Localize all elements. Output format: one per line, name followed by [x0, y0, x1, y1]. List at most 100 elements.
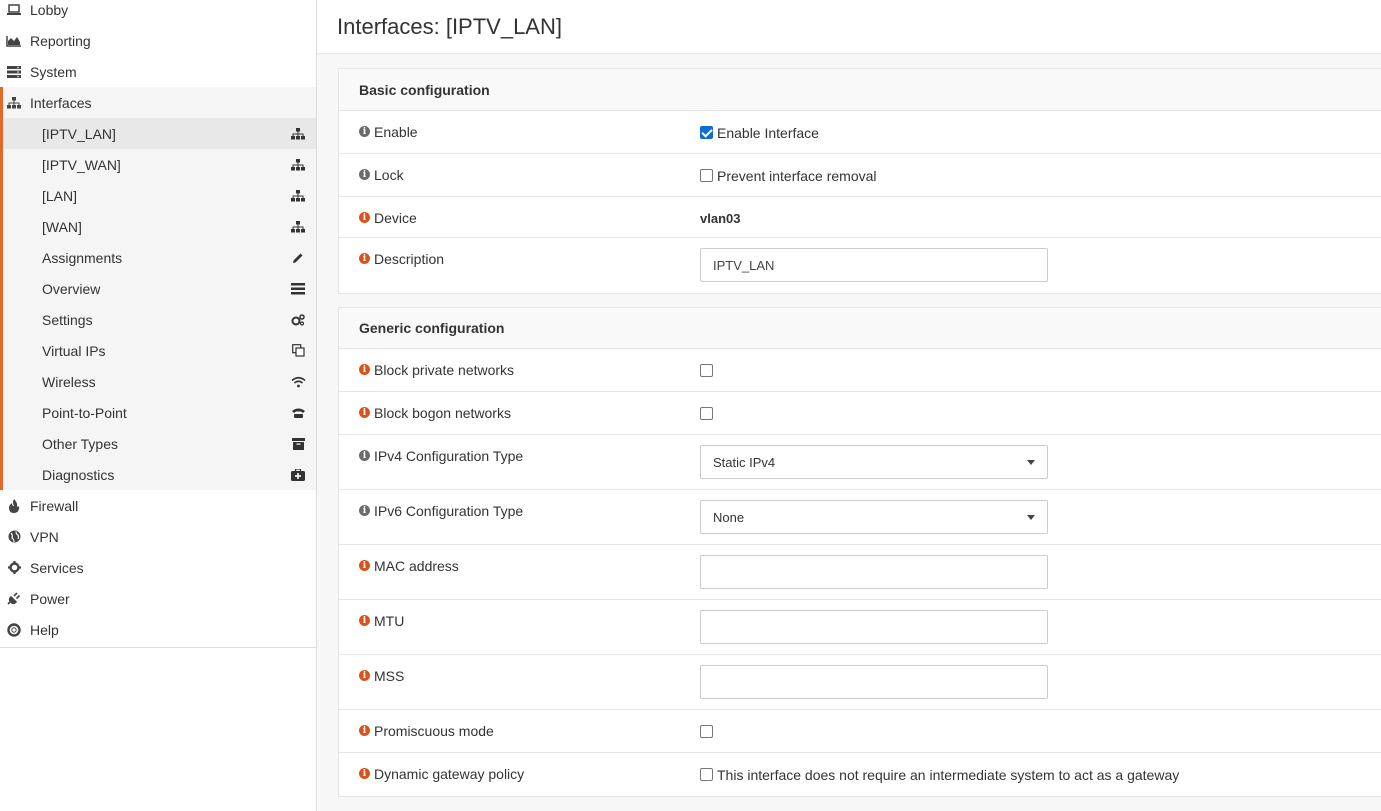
sidebar-subitem-iptv-lan[interactable]: [IPTV_LAN]: [3, 118, 316, 149]
sidebar-subitem-virtual-ips[interactable]: Virtual IPs: [3, 335, 316, 366]
info-icon[interactable]: i: [359, 364, 370, 375]
description-row: i Description IPTV_LAN: [339, 238, 1381, 293]
sitemap-icon: [290, 126, 306, 142]
info-icon[interactable]: i: [359, 169, 370, 180]
sidebar-subitem-label: [LAN]: [42, 187, 78, 204]
lock-label: Lock: [374, 167, 404, 183]
info-icon[interactable]: i: [359, 615, 370, 626]
enable-row: i Enable Enable Interface: [339, 111, 1381, 154]
device-label: Device: [374, 210, 417, 226]
info-icon[interactable]: i: [359, 407, 370, 418]
sidebar-subitem-other-types[interactable]: Other Types: [3, 428, 316, 459]
sidebar-subitem-settings[interactable]: Settings: [3, 304, 316, 335]
mac-address-label: MAC address: [374, 558, 459, 574]
sidebar-item-vpn[interactable]: VPN: [0, 521, 316, 552]
enable-interface-checkbox[interactable]: [700, 126, 713, 139]
laptop-icon: [6, 2, 22, 18]
info-icon[interactable]: i: [359, 505, 370, 516]
sidebar-subitem-lan[interactable]: [LAN]: [3, 180, 316, 211]
sidebar-item-services[interactable]: Services: [0, 552, 316, 583]
enable-label-cell: i Enable: [339, 111, 700, 153]
sidebar-subitem-label: Other Types: [42, 435, 119, 452]
sidebar-item-help[interactable]: Help: [0, 614, 316, 645]
info-icon[interactable]: i: [359, 560, 370, 571]
sidebar-subitem-wireless[interactable]: Wireless: [3, 366, 316, 397]
dynamic-gateway-row: i Dynamic gateway policy This interface …: [339, 753, 1381, 796]
sidebar-subitem-overview[interactable]: Overview: [3, 273, 316, 304]
sidebar-item-power[interactable]: Power: [0, 583, 316, 614]
info-icon[interactable]: i: [359, 253, 370, 264]
description-label-cell: i Description: [339, 238, 700, 293]
block-private-row: i Block private networks: [339, 349, 1381, 392]
sidebar: Lobby Reporting System Interfaces [IPTV_…: [0, 0, 317, 811]
block-bogon-row: i Block bogon networks: [339, 392, 1381, 435]
description-input[interactable]: IPTV_LAN: [700, 248, 1048, 282]
ipv6-type-select[interactable]: None: [700, 500, 1048, 534]
ipv6-type-label: IPv6 Configuration Type: [374, 503, 524, 519]
sidebar-subitem-assignments[interactable]: Assignments: [3, 242, 316, 273]
lock-value-cell: Prevent interface removal: [700, 154, 1381, 196]
sidebar-item-reporting[interactable]: Reporting: [0, 25, 316, 56]
sidebar-item-firewall[interactable]: Firewall: [0, 490, 316, 521]
sidebar-item-label: Interfaces: [30, 94, 92, 111]
generic-configuration-panel: Generic configuration i Block private ne…: [338, 307, 1381, 797]
ipv6-type-selected: None: [713, 509, 745, 525]
ipv4-type-select[interactable]: Static IPv4: [700, 445, 1048, 479]
info-icon[interactable]: i: [359, 450, 370, 461]
info-icon[interactable]: i: [359, 126, 370, 137]
area-chart-icon: [6, 33, 22, 49]
dynamic-gateway-label-cell: i Dynamic gateway policy: [339, 753, 700, 796]
caret-down-icon: [1027, 514, 1035, 520]
medkit-icon: [290, 467, 306, 483]
mss-input[interactable]: [700, 665, 1048, 699]
info-icon[interactable]: i: [359, 768, 370, 779]
sidebar-subitem-label: Assignments: [42, 249, 123, 266]
promiscuous-checkbox[interactable]: [700, 725, 713, 738]
sidebar-divider: [0, 647, 316, 648]
device-value-cell: vlan03: [700, 197, 1381, 237]
sitemap-icon: [290, 188, 306, 204]
sidebar-subitem-label: Wireless: [42, 373, 96, 390]
mac-address-input[interactable]: [700, 555, 1048, 589]
info-icon[interactable]: i: [359, 670, 370, 681]
caret-down-icon: [1027, 459, 1035, 465]
sidebar-item-label: Power: [30, 590, 70, 607]
dynamic-gateway-label: Dynamic gateway policy: [374, 766, 525, 782]
mac-address-row: i MAC address: [339, 545, 1381, 600]
mtu-input[interactable]: [700, 610, 1048, 644]
prevent-removal-checkbox-label[interactable]: Prevent interface removal: [717, 168, 877, 184]
mac-address-value-cell: [700, 545, 1381, 599]
dynamic-gateway-value-cell: This interface does not require an inter…: [700, 753, 1381, 796]
sidebar-item-label: VPN: [30, 528, 59, 545]
sidebar-item-label: Lobby: [30, 1, 69, 18]
sidebar-item-system[interactable]: System: [0, 56, 316, 87]
info-icon[interactable]: i: [359, 725, 370, 736]
sidebar-subitem-wan[interactable]: [WAN]: [3, 211, 316, 242]
block-private-checkbox[interactable]: [700, 364, 713, 377]
sidebar-item-label: System: [30, 63, 77, 80]
dynamic-gateway-checkbox-label[interactable]: This interface does not require an inter…: [717, 767, 1179, 783]
mtu-row: i MTU: [339, 600, 1381, 655]
ipv6-type-value-cell: None: [700, 490, 1381, 544]
archive-icon: [290, 436, 306, 452]
enable-interface-checkbox-label[interactable]: Enable Interface: [717, 125, 819, 141]
sidebar-subitem-diagnostics[interactable]: Diagnostics: [3, 459, 316, 490]
sidebar-subitem-point-to-point[interactable]: Point-to-Point: [3, 397, 316, 428]
list-icon: [290, 281, 306, 297]
sitemap-icon: [290, 219, 306, 235]
sidebar-item-label: Firewall: [30, 497, 79, 514]
info-icon[interactable]: i: [359, 212, 370, 223]
lock-label-cell: i Lock: [339, 154, 700, 196]
sidebar-item-interfaces[interactable]: Interfaces: [3, 87, 316, 118]
block-bogon-checkbox[interactable]: [700, 407, 713, 420]
dynamic-gateway-checkbox[interactable]: [700, 768, 713, 781]
wifi-icon: [290, 374, 306, 390]
block-private-label-cell: i Block private networks: [339, 349, 700, 391]
sidebar-subitem-iptv-wan[interactable]: [IPTV_WAN]: [3, 149, 316, 180]
device-value: vlan03: [700, 211, 741, 226]
phone-icon: [290, 405, 306, 421]
promiscuous-value-cell: [700, 710, 1381, 752]
sidebar-subitem-label: [IPTV_WAN]: [42, 156, 121, 173]
sidebar-item-lobby[interactable]: Lobby: [0, 0, 316, 25]
prevent-removal-checkbox[interactable]: [700, 169, 713, 182]
